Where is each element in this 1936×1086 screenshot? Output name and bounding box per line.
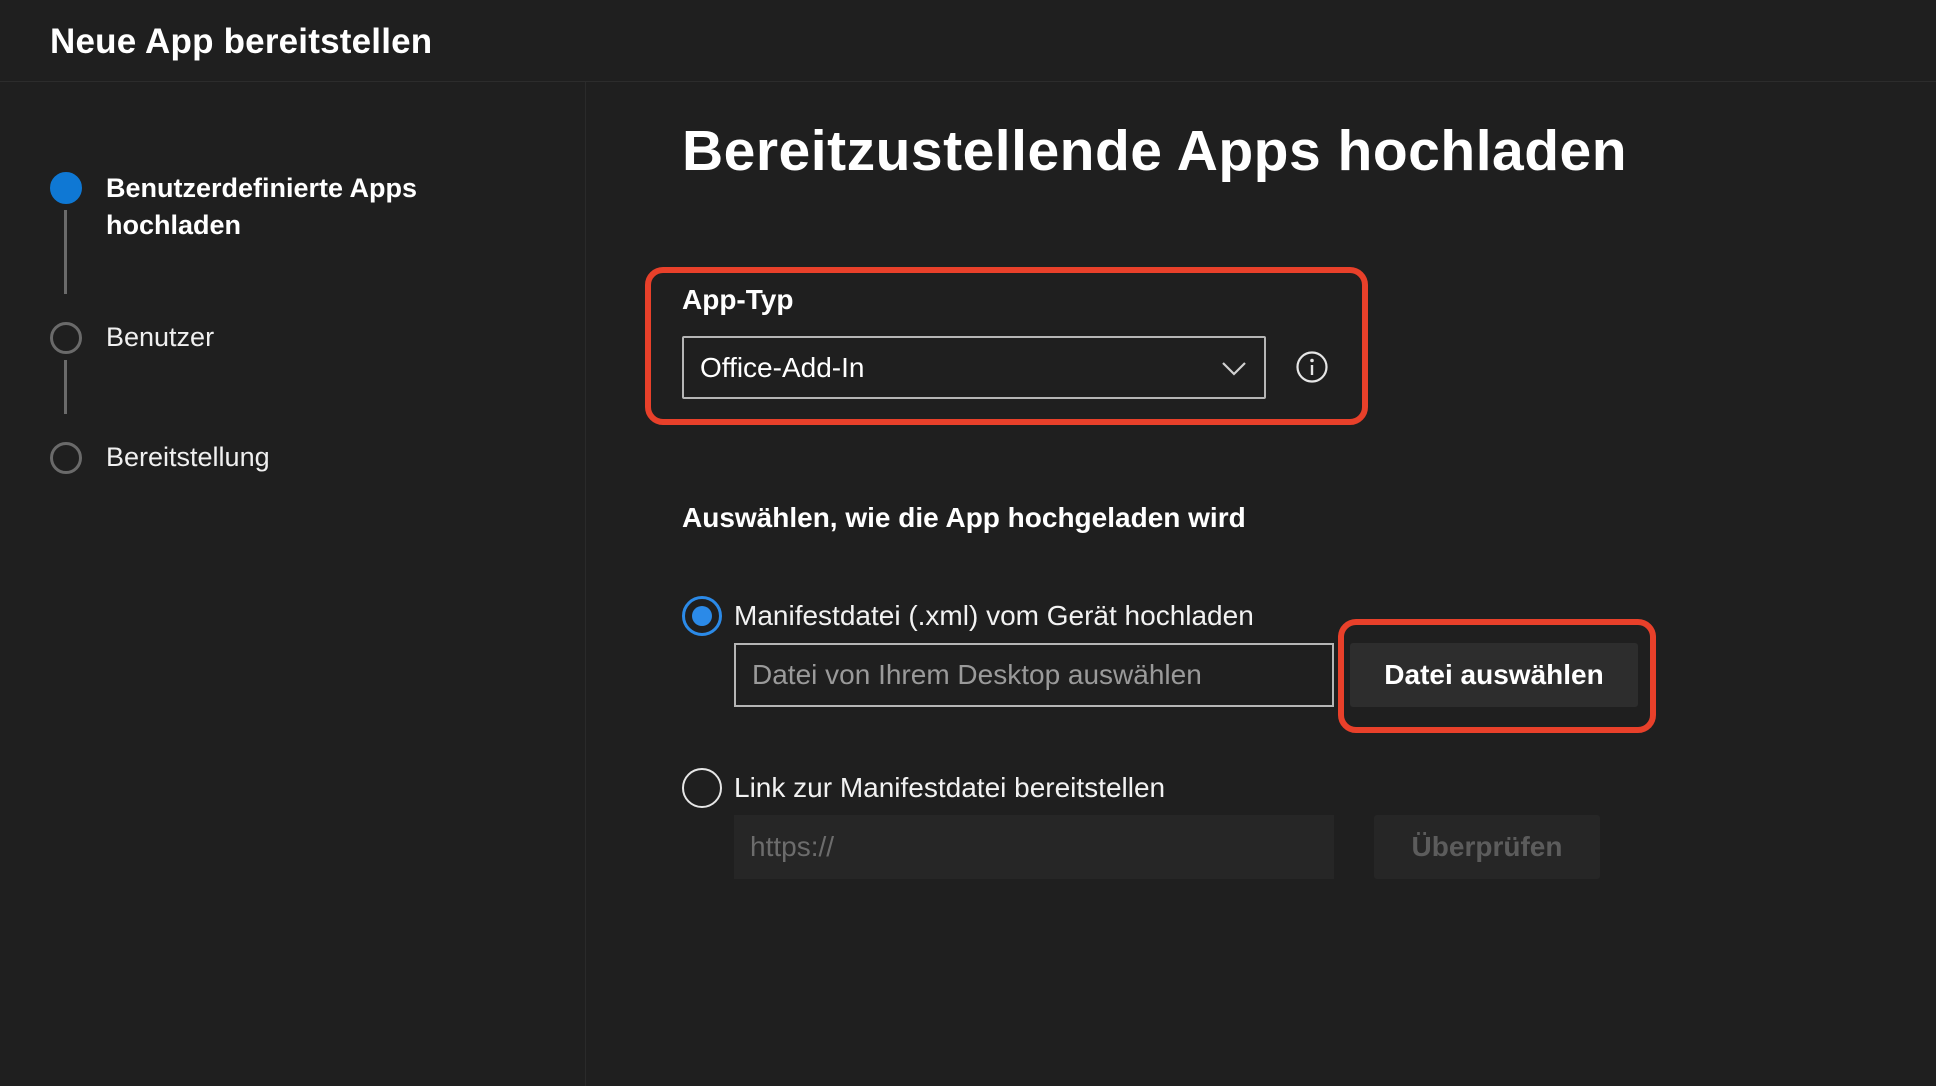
upload-method-label: Auswählen, wie die App hochgeladen wird bbox=[682, 502, 1246, 533]
step-label-upload-apps: Benutzerdefinierte Apps hochladen bbox=[106, 173, 418, 240]
step-label-users: Benutzer bbox=[106, 322, 215, 352]
app-type-label: App-Typ bbox=[682, 284, 794, 315]
step-connector-line bbox=[64, 360, 67, 414]
manifest-file-input[interactable] bbox=[734, 643, 1334, 707]
radio-label-provide-manifest-link: Link zur Manifestdatei bereitstellen bbox=[734, 772, 1166, 803]
radio-provide-manifest-link[interactable] bbox=[682, 768, 722, 808]
step-pending-indicator bbox=[50, 322, 82, 354]
header: Neue App bereitstellen bbox=[0, 0, 1936, 82]
choose-file-button[interactable]: Datei auswählen bbox=[1350, 643, 1638, 707]
page-title: Bereitzustellende Apps hochladen bbox=[682, 119, 1628, 183]
info-icon[interactable] bbox=[1295, 350, 1329, 384]
step-pending-indicator bbox=[50, 442, 82, 474]
page-header-title: Neue App bereitstellen bbox=[50, 22, 433, 61]
step-label-deployment: Bereitstellung bbox=[106, 442, 270, 472]
manifest-link-input[interactable] bbox=[734, 815, 1334, 879]
step-connector-line bbox=[64, 210, 67, 294]
radio-label-upload-manifest-file: Manifestdatei (.xml) vom Gerät hochladen bbox=[734, 600, 1254, 631]
radio-upload-manifest-file[interactable] bbox=[682, 596, 722, 636]
verify-button[interactable]: Überprüfen bbox=[1374, 815, 1600, 879]
app-type-dropdown[interactable]: Office-Add-In bbox=[682, 336, 1266, 399]
wizard-steps-sidebar: Benutzerdefinierte Apps hochladen Benutz… bbox=[0, 82, 586, 1086]
chevron-down-icon bbox=[1222, 362, 1246, 376]
app-type-selected-value: Office-Add-In bbox=[700, 351, 865, 383]
step-active-indicator bbox=[50, 172, 82, 204]
